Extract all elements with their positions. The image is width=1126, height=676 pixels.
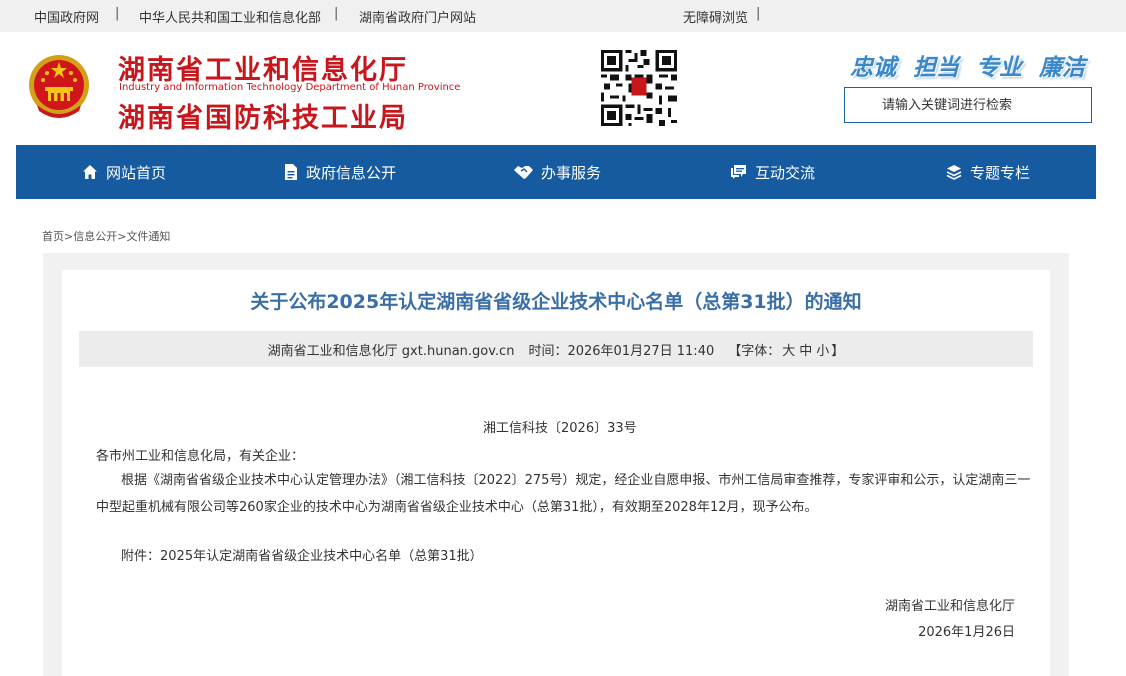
national-emblem-icon xyxy=(29,55,89,118)
salutation: 各市州工业和信息化局，有关企业： xyxy=(96,449,305,464)
document-number: 湘工信科技〔2026〕33号 xyxy=(483,421,637,436)
signature-date: 2026年1月26日 xyxy=(918,625,1015,640)
site-title-english: Industry and Information Technology Depa… xyxy=(119,82,461,93)
slogan-responsibility: 担当 xyxy=(913,55,959,81)
font-size-close: 】 xyxy=(831,343,845,359)
top-links-bar: 中国政府网 | 中华人民共和国工业和信息化部 | 湖南省政府门户网站 无障碍浏览… xyxy=(0,0,1126,32)
publish-time: 2026年01月27日 11:40 xyxy=(567,343,715,359)
accessibility-link[interactable]: 无障碍浏览 xyxy=(683,7,748,26)
site-subtitle: 湖南省国防科技工业局 xyxy=(118,103,408,134)
nav-topics[interactable]: 专题专栏 xyxy=(946,145,1030,199)
chat-icon xyxy=(731,165,746,179)
handshake-icon xyxy=(514,166,533,179)
layers-icon xyxy=(946,165,962,180)
separator: | xyxy=(115,6,120,21)
document-icon xyxy=(285,164,297,180)
article-meta: 湖南省工业和信息化厅 gxt.hunan.gov.cn 时间： 2026年01月… xyxy=(79,331,1033,367)
attachment-link[interactable]: 附件：2025年认定湖南省省级企业技术中心名单（总第31批） xyxy=(121,545,483,564)
breadcrumb-notices[interactable]: 文件通知 xyxy=(126,230,170,243)
nav-label: 政府信息公开 xyxy=(306,163,397,182)
font-medium-button[interactable]: 中 xyxy=(799,340,812,359)
breadcrumb: 首页>信息公开>文件通知 xyxy=(42,228,170,244)
time-label: 时间： xyxy=(528,343,568,359)
nav-label: 专题专栏 xyxy=(970,163,1031,182)
nav-gov-info[interactable]: 政府信息公开 xyxy=(284,145,396,199)
font-size-label: 【字体： xyxy=(728,343,781,359)
main-nav: 网站首页 政府信息公开 办事服务 互动交流 专题专栏 xyxy=(16,145,1096,199)
article-source: 湖南省工业和信息化厅 gxt.hunan.gov.cn xyxy=(267,343,515,359)
article-title: 关于公布2025年认定湖南省省级企业技术中心名单（总第31批）的通知 xyxy=(250,291,862,313)
breadcrumb-separator: > xyxy=(64,230,74,243)
font-small-button[interactable]: 小 xyxy=(816,340,829,359)
link-gov-cn[interactable]: 中国政府网 xyxy=(34,7,99,26)
slogan-professional: 专业 xyxy=(976,55,1022,81)
link-hunan-gov[interactable]: 湖南省政府门户网站 xyxy=(359,7,476,26)
body-paragraph-line1: 根据《湖南省省级企业技术中心认定管理办法》（湘工信科技〔2022〕275号）规定… xyxy=(121,473,1031,488)
nav-label: 网站首页 xyxy=(106,163,167,182)
slogan-integrity: 廉洁 xyxy=(1039,55,1085,81)
signature: 湖南省工业和信息化厅 xyxy=(884,599,1015,614)
breadcrumb-info[interactable]: 信息公开 xyxy=(73,230,117,243)
nav-home[interactable]: 网站首页 xyxy=(82,145,166,199)
nav-interaction[interactable]: 互动交流 xyxy=(730,145,815,199)
separator: | xyxy=(334,6,339,21)
separator: | xyxy=(756,6,761,21)
link-miit[interactable]: 中华人民共和国工业和信息化部 xyxy=(139,7,321,26)
slogan-loyalty: 忠诚 xyxy=(850,55,896,81)
breadcrumb-home[interactable]: 首页 xyxy=(42,230,64,243)
nav-label: 办事服务 xyxy=(541,163,602,182)
search-input[interactable] xyxy=(844,87,1092,123)
home-icon xyxy=(83,165,97,179)
body-paragraph-line2: 中型起重机械有限公司等260家企业的技术中心为湖南省省级企业技术中心（总第31批… xyxy=(96,500,818,515)
nav-label: 互动交流 xyxy=(755,163,816,182)
nav-services[interactable]: 办事服务 xyxy=(514,145,601,199)
font-large-button[interactable]: 大 xyxy=(782,340,795,359)
qr-code-icon xyxy=(601,50,677,126)
